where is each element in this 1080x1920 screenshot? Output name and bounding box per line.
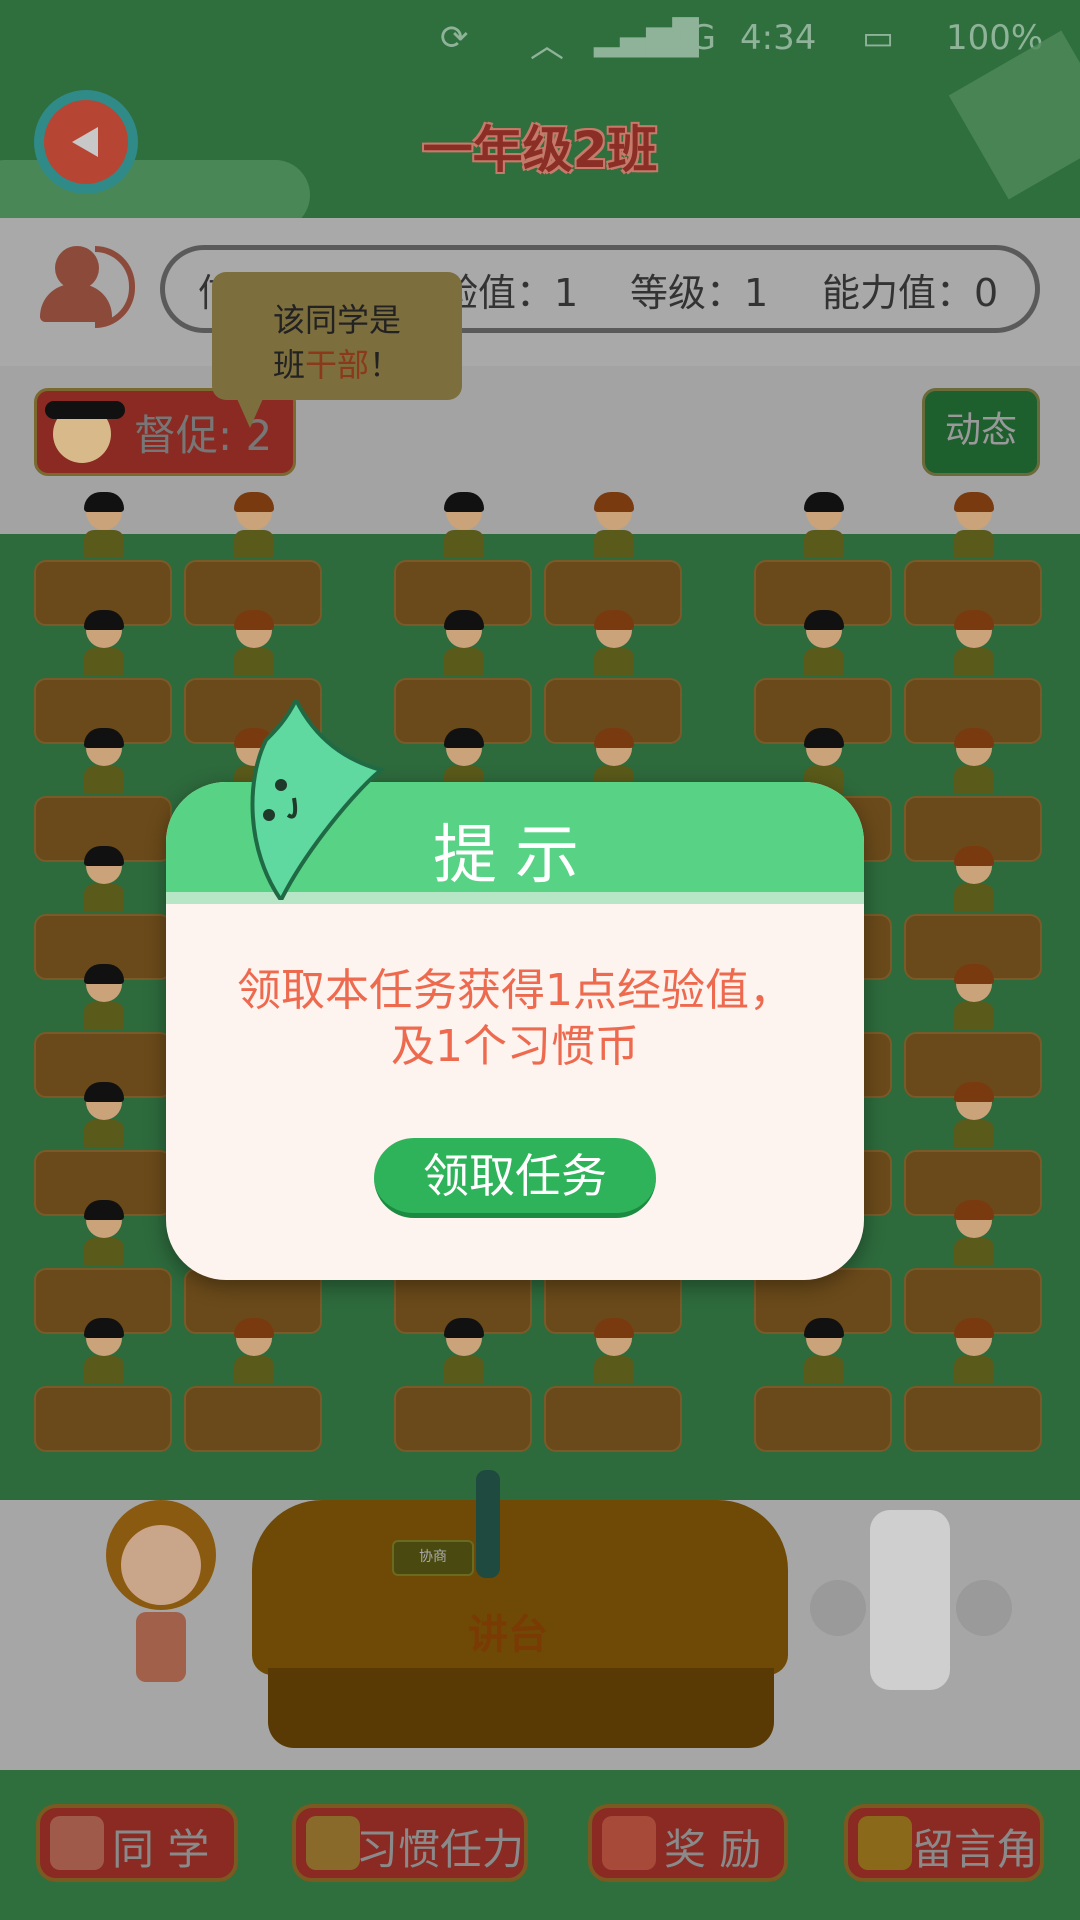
student-girl-avatar[interactable] xyxy=(800,1318,848,1390)
nav-habit-tasks[interactable]: 习惯任力 xyxy=(292,1804,528,1882)
student-girl-avatar[interactable] xyxy=(80,1082,128,1154)
student-girl-avatar[interactable] xyxy=(80,728,128,800)
student-boy-avatar[interactable] xyxy=(590,610,638,682)
back-button[interactable] xyxy=(34,90,138,194)
student-boy-avatar[interactable] xyxy=(950,964,998,1036)
nav-rewards[interactable]: 奖 励 xyxy=(588,1804,788,1882)
status-bar: ⟳ ︿ ▂▄▆█ 4G 4:34 ▭ 100% xyxy=(0,0,1080,75)
podium-plaque: 协商 xyxy=(392,1540,474,1576)
student-boy-avatar[interactable] xyxy=(950,1318,998,1390)
stat-level: 等级：1 xyxy=(630,271,769,315)
student-boy-avatar[interactable] xyxy=(590,492,638,564)
nav-habit-tasks-label: 习惯任力 xyxy=(356,1825,525,1874)
heart-icon xyxy=(602,1816,656,1870)
footprint-icon xyxy=(306,1816,360,1870)
student-boy-avatar[interactable] xyxy=(950,1200,998,1272)
classmate-icon xyxy=(50,1816,104,1870)
podium-label: 讲台 xyxy=(468,1612,548,1658)
rotation-lock-icon: ⟳ xyxy=(440,18,469,58)
student-girl-avatar[interactable] xyxy=(800,492,848,564)
tooltip-line2: 班干部！ xyxy=(272,346,402,384)
page-title: 一年级2班 xyxy=(422,121,658,179)
leaf-mascot-icon xyxy=(250,700,386,900)
student-boy-avatar[interactable] xyxy=(230,610,278,682)
student-desk[interactable] xyxy=(394,1386,532,1452)
nav-message-corner-label: 留言角 xyxy=(912,1825,1039,1874)
student-desk[interactable] xyxy=(904,1386,1042,1452)
dialog-message-line2: 及1个习惯币 xyxy=(391,1021,639,1072)
student-girl-avatar[interactable] xyxy=(80,964,128,1036)
dialog-message-line1: 领取本任务获得1点经验值， xyxy=(237,965,793,1016)
clock: 4:34 xyxy=(740,18,817,58)
student-girl-avatar[interactable] xyxy=(440,1318,488,1390)
student-boy-avatar[interactable] xyxy=(950,1082,998,1154)
student-desk[interactable] xyxy=(754,1386,892,1452)
student-girl-avatar[interactable] xyxy=(800,610,848,682)
chalk-mascot xyxy=(800,1510,1020,1730)
claim-task-button[interactable]: 领取任务 xyxy=(374,1138,656,1218)
nav-classmates[interactable]: 同 学 xyxy=(36,1804,238,1882)
user-icon xyxy=(40,240,140,328)
student-boy-avatar[interactable] xyxy=(950,728,998,800)
book-icon xyxy=(858,1816,912,1870)
student-desk[interactable] xyxy=(184,1386,322,1452)
student-boy-avatar[interactable] xyxy=(950,846,998,918)
teacher-girl-character xyxy=(96,1500,226,1730)
student-girl-avatar[interactable] xyxy=(440,492,488,564)
nav-classmates-label: 同 学 xyxy=(112,1825,210,1874)
officer-hat-icon xyxy=(45,401,125,419)
student-girl-avatar[interactable] xyxy=(80,1318,128,1390)
student-boy-avatar[interactable] xyxy=(950,610,998,682)
dynamic-button[interactable]: 动态 xyxy=(922,388,1040,476)
student-boy-avatar[interactable] xyxy=(590,1318,638,1390)
wifi-icon: ︿ xyxy=(530,26,564,66)
student-girl-avatar[interactable] xyxy=(440,610,488,682)
student-boy-avatar[interactable] xyxy=(230,1318,278,1390)
flower-vase-icon xyxy=(476,1470,500,1578)
student-girl-avatar[interactable] xyxy=(80,610,128,682)
tooltip-line1: 该同学是 xyxy=(272,301,401,339)
network-type: 4G xyxy=(668,18,716,58)
podium-front xyxy=(268,1668,774,1748)
student-girl-avatar[interactable] xyxy=(80,846,128,918)
stat-ability: 能力值：0 xyxy=(822,271,999,315)
student-desk[interactable] xyxy=(544,1386,682,1452)
nav-rewards-label: 奖 励 xyxy=(664,1825,762,1874)
student-girl-avatar[interactable] xyxy=(80,492,128,564)
back-button-face xyxy=(44,100,128,184)
student-boy-avatar[interactable] xyxy=(950,492,998,564)
student-boy-avatar[interactable] xyxy=(230,492,278,564)
student-girl-avatar[interactable] xyxy=(80,1200,128,1272)
student-desk[interactable] xyxy=(34,1386,172,1452)
battery-icon: ▭ xyxy=(862,18,895,58)
back-arrow-icon xyxy=(72,127,98,157)
nav-message-corner[interactable]: 留言角 xyxy=(844,1804,1044,1882)
